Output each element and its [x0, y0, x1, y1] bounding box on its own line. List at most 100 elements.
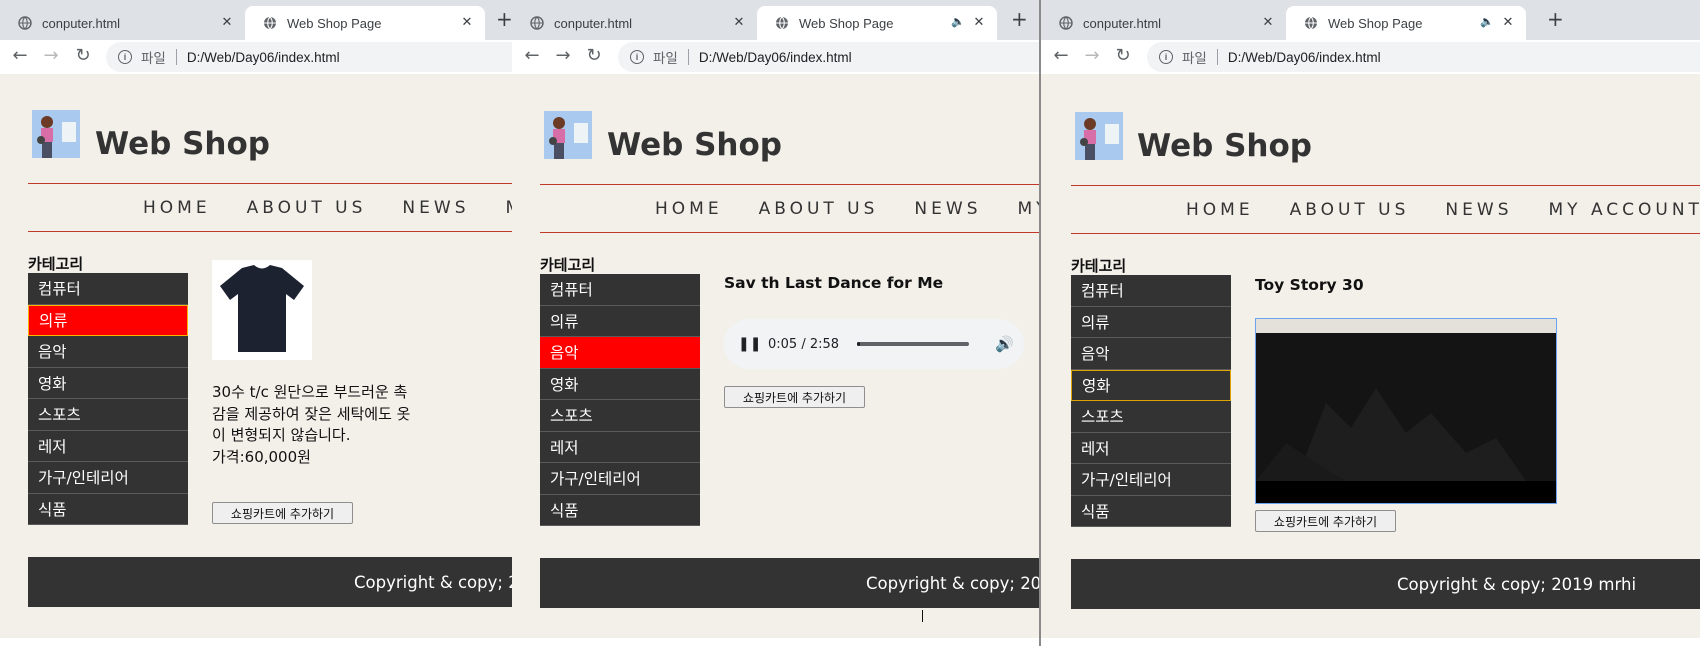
site-title: Web Shop [1137, 128, 1312, 164]
reload-icon[interactable]: ↻ [583, 45, 605, 67]
tab-conputer[interactable]: conputer.html ✕ [0, 6, 245, 40]
category-item[interactable]: 의류 [1071, 306, 1231, 338]
tab-web-shop[interactable]: Web Shop Page 🔈 ✕ [757, 6, 997, 40]
site-title: Web Shop [95, 126, 270, 162]
pause-icon[interactable]: ❚❚ [738, 336, 761, 352]
url-scheme: 파일 [653, 51, 678, 66]
category-item[interactable]: 가구/인테리어 [28, 462, 188, 494]
category-item[interactable]: 음악 [28, 336, 188, 368]
url-scheme: 파일 [141, 51, 166, 66]
tab-web-shop[interactable]: Web Shop Page ✕ [245, 6, 485, 40]
globe-icon [18, 16, 32, 30]
browser-window-movie: conputer.html ✕ Web Shop Page 🔈 ✕ + ← → … [1039, 0, 1700, 646]
browser-window-clothing: conputer.html ✕ Web Shop Page ✕ + ← → ↻ … [0, 0, 512, 646]
reload-icon[interactable]: ↻ [1112, 45, 1134, 67]
info-icon[interactable]: i [1159, 50, 1173, 64]
forward-icon[interactable]: → [40, 45, 62, 67]
menu-item-account[interactable]: MY ACCOUNT [1017, 199, 1039, 219]
address-bar[interactable]: i 파일 D:/Web/Day06/index.html [1147, 42, 1700, 72]
video-frame-image [1256, 333, 1556, 481]
category-item[interactable]: 레저 [28, 430, 188, 462]
menu-item-home[interactable]: HOME [655, 199, 723, 219]
tab-conputer[interactable]: conputer.html ✕ [1041, 6, 1286, 40]
menu-item-home[interactable]: HOME [1186, 200, 1254, 220]
volume-icon[interactable]: 🔊 [995, 335, 1014, 353]
tab-conputer[interactable]: conputer.html ✕ [512, 6, 757, 40]
divider [175, 49, 177, 65]
menu-item-home[interactable]: HOME [143, 198, 211, 218]
tab-title: conputer.html [554, 15, 633, 31]
new-tab-button[interactable]: + [496, 9, 512, 29]
category-list: 컴퓨터 의류 음악 영화 스포츠 레저 가구/인테리어 식품 [540, 274, 700, 526]
category-item[interactable]: 식품 [28, 493, 188, 525]
menu-item-about[interactable]: ABOUT US [247, 198, 367, 218]
category-item[interactable]: 컴퓨터 [28, 273, 188, 305]
category-item[interactable]: 가구/인테리어 [540, 463, 700, 495]
tab-web-shop[interactable]: Web Shop Page 🔈 ✕ [1286, 6, 1526, 40]
speaker-icon[interactable]: 🔈 [951, 15, 965, 28]
category-item-selected[interactable]: 음악 [540, 337, 700, 369]
close-icon[interactable]: ✕ [219, 15, 235, 30]
globe-icon [1059, 16, 1073, 30]
back-icon[interactable]: ← [1050, 45, 1072, 67]
category-heading: 카테고리 [540, 256, 596, 274]
audio-progress[interactable] [857, 342, 970, 346]
category-item[interactable]: 스포츠 [540, 400, 700, 432]
close-icon[interactable]: ✕ [1260, 15, 1276, 30]
globe-icon [530, 16, 544, 30]
category-item-selected[interactable]: 영화 [1071, 369, 1231, 401]
back-icon[interactable]: ← [521, 45, 543, 67]
audio-time: 0:05 / 2:58 [768, 336, 840, 352]
category-item[interactable]: 레저 [1071, 432, 1231, 464]
tab-strip: conputer.html ✕ Web Shop Page ✕ + [0, 0, 512, 40]
category-item[interactable]: 컴퓨터 [540, 274, 700, 306]
menu-item-news[interactable]: NEWS [1445, 200, 1512, 220]
reload-icon[interactable]: ↻ [72, 45, 94, 67]
address-bar[interactable]: i 파일 D:/Web/Day06/index.html [618, 42, 1039, 72]
description-text: 30수 t/c 원단으로 부드러운 촉감을 제공하여 잦은 세탁에도 옷이 변형… [212, 383, 411, 444]
close-icon[interactable]: ✕ [971, 15, 987, 30]
page-bottom-edge [512, 638, 1039, 646]
category-item[interactable]: 레저 [540, 431, 700, 463]
page-bottom-edge [0, 638, 512, 646]
category-item[interactable]: 영화 [28, 367, 188, 399]
category-item[interactable]: 의류 [540, 305, 700, 337]
shop-logo [1075, 112, 1123, 160]
info-icon[interactable]: i [630, 50, 644, 64]
close-icon[interactable]: ✕ [731, 15, 747, 30]
category-item[interactable]: 스포츠 [28, 399, 188, 431]
close-icon[interactable]: ✕ [459, 15, 475, 30]
category-item[interactable]: 식품 [540, 494, 700, 526]
category-item[interactable]: 스포츠 [1071, 401, 1231, 433]
speaker-icon[interactable]: 🔈 [1480, 15, 1494, 28]
address-bar[interactable]: i 파일 D:/Web/Day06/index.html [106, 42, 512, 72]
new-tab-button[interactable]: + [1547, 9, 1564, 29]
tab-title: Web Shop Page [799, 15, 894, 31]
add-to-cart-button[interactable]: 쇼핑카트에 추가하기 [724, 386, 865, 408]
menu-item-about[interactable]: ABOUT US [1290, 200, 1410, 220]
site-title: Web Shop [607, 127, 782, 163]
add-to-cart-button[interactable]: 쇼핑카트에 추가하기 [212, 502, 353, 524]
menu-item-account[interactable]: MY ACCOUNT [1548, 200, 1700, 220]
divider [1216, 49, 1218, 65]
category-item[interactable]: 가구/인테리어 [1071, 464, 1231, 496]
forward-icon[interactable]: → [1081, 45, 1103, 67]
add-to-cart-button[interactable]: 쇼핑카트에 추가하기 [1255, 510, 1396, 532]
category-item[interactable]: 영화 [540, 368, 700, 400]
info-icon[interactable]: i [118, 50, 132, 64]
new-tab-button[interactable]: + [1011, 9, 1028, 29]
product-price: 가격:60,000원 [212, 447, 311, 466]
back-icon[interactable]: ← [9, 45, 31, 67]
t-shirt-image [212, 260, 312, 360]
close-icon[interactable]: ✕ [1500, 15, 1516, 30]
forward-icon[interactable]: → [552, 45, 574, 67]
menu-item-about[interactable]: ABOUT US [759, 199, 879, 219]
category-item[interactable]: 컴퓨터 [1071, 275, 1231, 307]
menu-item-news[interactable]: NEWS [914, 199, 981, 219]
video-player[interactable] [1255, 318, 1557, 504]
category-item[interactable]: 식품 [1071, 495, 1231, 527]
menu-item-news[interactable]: NEWS [402, 198, 469, 218]
category-item[interactable]: 음악 [1071, 338, 1231, 370]
tab-title: Web Shop Page [1328, 15, 1423, 31]
category-item-selected[interactable]: 의류 [28, 304, 188, 336]
